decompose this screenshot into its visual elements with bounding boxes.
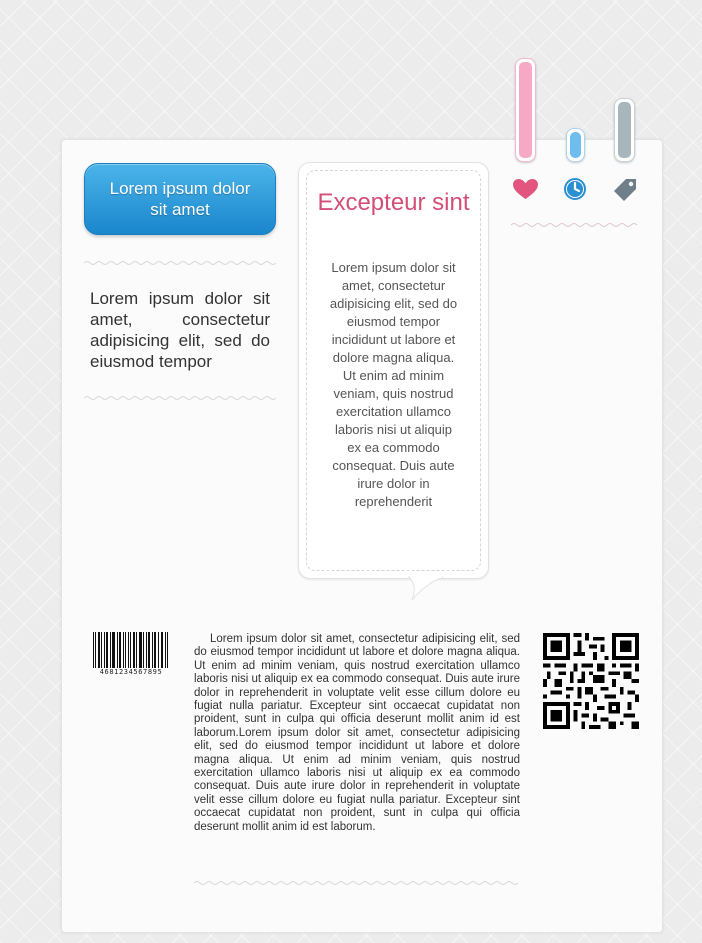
barcode-digits: 4681234567895 xyxy=(87,668,175,676)
tabs-divider xyxy=(511,223,638,227)
divider-footer xyxy=(194,881,519,885)
clock-icon[interactable] xyxy=(563,177,587,201)
footer-paragraph: Lorem ipsum dolor sit amet, consectetur … xyxy=(194,633,521,833)
tag-tab-pin[interactable] xyxy=(614,98,635,162)
divider-top xyxy=(84,261,276,265)
heart-tab-pin[interactable] xyxy=(515,58,536,162)
divider-bottom xyxy=(84,396,276,400)
tag-icon[interactable] xyxy=(612,177,638,203)
heart-icon[interactable] xyxy=(512,178,539,200)
intro-text: Lorem ipsum dolor sit amet, consectetur … xyxy=(90,289,270,371)
bubble-title: Excepteur sint xyxy=(317,189,470,216)
speech-bubble: Excepteur sint Lorem ipsum dolor sit ame… xyxy=(298,162,489,579)
bubble-tail xyxy=(408,576,444,601)
qr-code-image xyxy=(543,633,639,729)
clock-tab-pin[interactable] xyxy=(566,128,585,162)
header-button[interactable]: Lorem ipsum dolor sit amet xyxy=(84,163,276,235)
bubble-text: Lorem ipsum dolor sit amet, consectetur … xyxy=(329,260,458,509)
